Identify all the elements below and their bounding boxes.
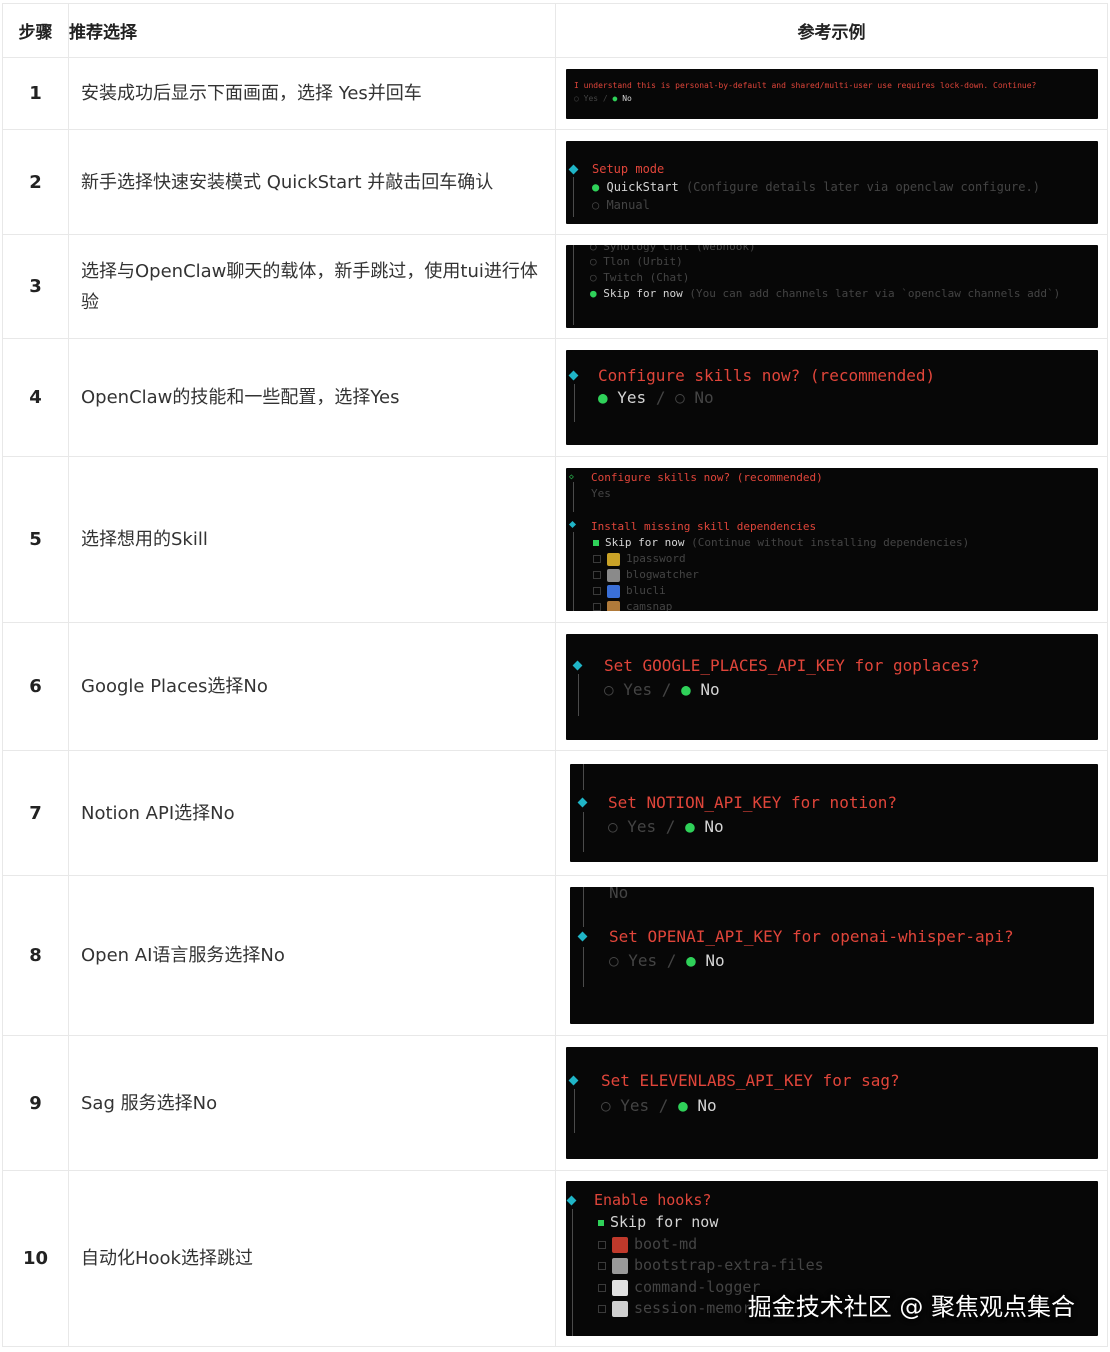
step-number: 2 (2, 129, 69, 235)
watermark: 掘金技术社区 @ 聚焦观点集合 (747, 1293, 1075, 1321)
terminal-line: ○ Yes / ● No (609, 951, 725, 970)
camera-icon (607, 600, 620, 611)
terminal-line: command-logger (598, 1278, 760, 1296)
terminal-line: ● Skip for now (You can add channels lat… (590, 287, 1061, 300)
header-example: 参考示例 (555, 3, 1108, 58)
floppy-disk-icon (612, 1300, 628, 1317)
paperclip-icon (612, 1257, 628, 1274)
terminal-line: Set ELEVENLABS_API_KEY for sag? (601, 1071, 900, 1090)
table-row: 3 选择与OpenClaw聊天的载体，新手跳过，使用tui进行体验 ○ Syno… (2, 234, 1108, 339)
diamond-icon (568, 370, 579, 381)
terminal-line: Enable hooks? (594, 1191, 712, 1209)
terminal-line: Configure skills now? (recommended) (598, 366, 936, 385)
step-number: 3 (2, 234, 69, 339)
table-row: 7 Notion API选择No Set NOTION_API_KEY for … (2, 750, 1108, 876)
terminal-line: camsnap (593, 600, 672, 611)
step-description: Open AI语言服务选择No (68, 875, 556, 1036)
header-step: 步骤 (2, 3, 69, 58)
terminal-line: ○ Synology Chat (Webhook) (590, 245, 756, 253)
terminal-line: Set GOOGLE_PLACES_API_KEY for goplaces? (604, 655, 980, 675)
terminal-line: ○ Manual (592, 197, 650, 212)
terminal-screenshot: Setup mode ● QuickStart (Configure detai… (566, 140, 1098, 224)
step-description: Notion API选择No (68, 750, 556, 876)
terminal-screenshot: Set ELEVENLABS_API_KEY for sag? ○ Yes / … (566, 1047, 1098, 1159)
terminal-screenshot: I understand this is personal-by-default… (566, 68, 1098, 119)
lock-key-icon (607, 552, 620, 566)
header-recommendation: 推荐选择 (68, 3, 556, 58)
memo-icon (612, 1279, 628, 1296)
music-note-icon (607, 584, 620, 598)
terminal-screenshot: No Set OPENAI_API_KEY for openai-whisper… (570, 887, 1094, 1024)
terminal-line: Install missing skill dependencies (591, 520, 817, 533)
terminal-line: ● QuickStart (Configure details later vi… (592, 179, 1040, 194)
step-number: 1 (2, 57, 69, 130)
terminal-line: No (609, 887, 629, 902)
terminal-screenshot: Set NOTION_API_KEY for notion? ○ Yes / ●… (570, 764, 1098, 862)
terminal-line: I understand this is personal-by-default… (574, 80, 1037, 90)
terminal-line: blucli (593, 584, 666, 598)
step-number: 6 (2, 622, 69, 751)
step-description: 新手选择快速安装模式 QuickStart 并敲击回车确认 (68, 129, 556, 235)
step-number: 10 (2, 1170, 69, 1347)
terminal-line: boot-md (598, 1235, 697, 1253)
steps-table: 步骤 推荐选择 参考示例 1 安装成功后显示下面画面，选择 Yes并回车 I u… (2, 3, 1108, 1347)
step-number: 4 (2, 338, 69, 457)
terminal-line: Yes (591, 487, 611, 500)
header-row: 步骤 推荐选择 参考示例 (2, 3, 1108, 58)
step-description: OpenClaw的技能和一些配置，选择Yes (68, 338, 556, 457)
step-description: 安装成功后显示下面画面，选择 Yes并回车 (68, 57, 556, 130)
step-number: 9 (2, 1035, 69, 1171)
step-number: 5 (2, 456, 69, 623)
terminal-line: ○ Yes / ● No (601, 1096, 717, 1115)
terminal-line: Skip for now (598, 1213, 718, 1231)
terminal-screenshot: Set GOOGLE_PLACES_API_KEY for goplaces? … (566, 633, 1098, 740)
table-row: 6 Google Places选择No Set GOOGLE_PLACES_AP… (2, 622, 1108, 751)
terminal-screenshot: ○ Synology Chat (Webhook) ○ Tlon (Urbit)… (566, 245, 1098, 328)
terminal-line: Setup mode (592, 161, 665, 176)
terminal-line: ○ Yes / ● No (604, 679, 720, 699)
newspaper-icon (607, 568, 620, 582)
terminal-line: Set NOTION_API_KEY for notion? (608, 793, 897, 812)
terminal-line: ○ Tlon (Urbit) (590, 255, 683, 268)
step-description: 选择想用的Skill (68, 456, 556, 623)
step-description: Google Places选择No (68, 622, 556, 751)
terminal-line: bootstrap-extra-files (598, 1256, 824, 1274)
table-row: 9 Sag 服务选择No Set ELEVENLABS_API_KEY for … (2, 1035, 1108, 1171)
diamond-icon (568, 520, 577, 529)
diamond-icon (572, 660, 583, 670)
diamond-icon (577, 797, 588, 808)
terminal-line: Configure skills now? (recommended) (591, 471, 823, 484)
diamond-icon (566, 1195, 577, 1206)
terminal-line: ○ Yes / ● No (574, 93, 632, 103)
rocket-icon (612, 1236, 628, 1253)
terminal-screenshot: Configure skills now? (recommended) ● Ye… (566, 350, 1098, 445)
terminal-screenshot: ◇ Configure skills now? (recommended) Ye… (566, 468, 1098, 611)
table-row: 8 Open AI语言服务选择No No Set OPENAI_API_KEY … (2, 875, 1108, 1036)
diamond-icon (568, 164, 579, 174)
terminal-line: session-memory (598, 1299, 760, 1317)
step-description: 自动化Hook选择跳过 (68, 1170, 556, 1347)
step-number: 7 (2, 750, 69, 876)
terminal-line: blogwatcher (593, 568, 699, 582)
terminal-line: ○ Twitch (Chat) (590, 271, 690, 284)
step-description: 选择与OpenClaw聊天的载体，新手跳过，使用tui进行体验 (68, 234, 556, 339)
terminal-line: ● Yes / ○ No (598, 388, 714, 407)
terminal-line: ○ Yes / ● No (608, 817, 724, 836)
diamond-icon (577, 931, 588, 942)
table-row: 2 新手选择快速安装模式 QuickStart 并敲击回车确认 Setup mo… (2, 129, 1108, 235)
diamond-icon (568, 1075, 579, 1086)
terminal-line: Skip for now (Continue without installin… (593, 536, 969, 549)
step-number: 8 (2, 875, 69, 1036)
step-description: Sag 服务选择No (68, 1035, 556, 1171)
table-row: 1 安装成功后显示下面画面，选择 Yes并回车 I understand thi… (2, 57, 1108, 130)
terminal-line: Set OPENAI_API_KEY for openai-whisper-ap… (609, 927, 1014, 946)
terminal-line: 1password (593, 552, 686, 566)
table-row: 5 选择想用的Skill ◇ Configure skills now? (re… (2, 456, 1108, 623)
table-row: 4 OpenClaw的技能和一些配置，选择Yes Configure skill… (2, 338, 1108, 457)
